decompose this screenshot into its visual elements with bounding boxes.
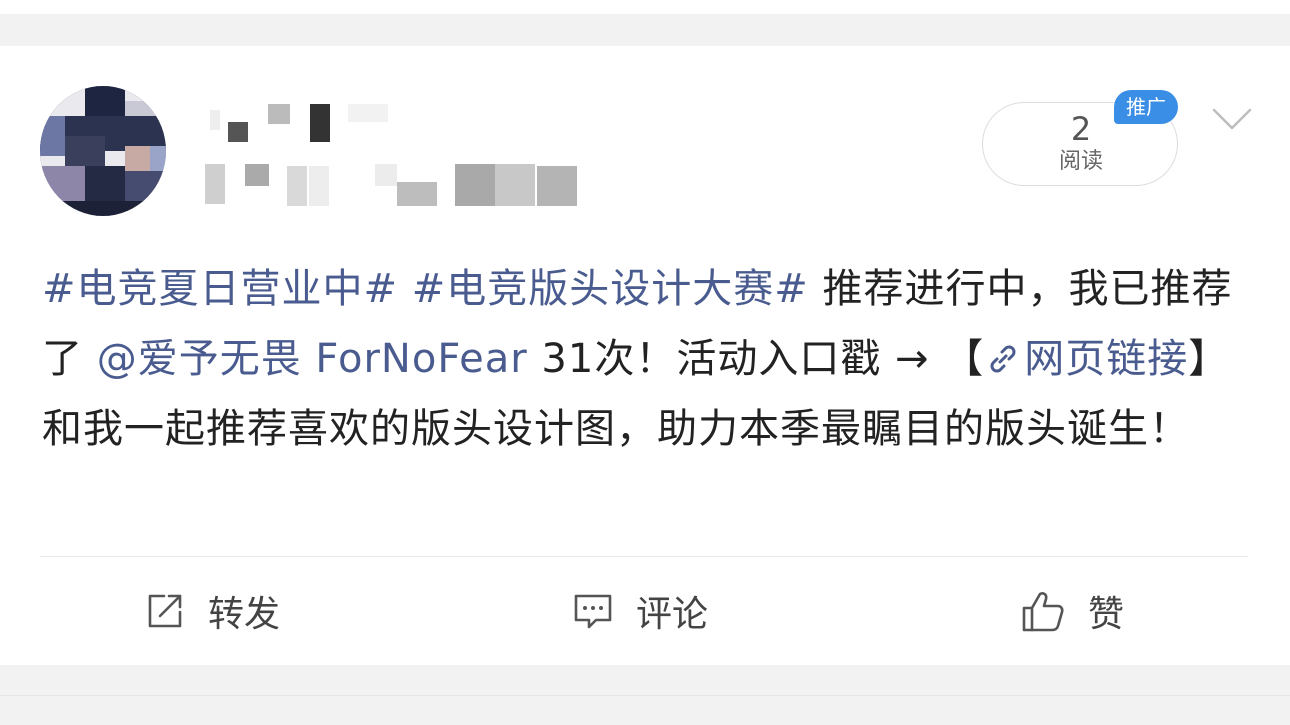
like-label: 赞 <box>1088 594 1125 635</box>
mention-link[interactable]: @爱予无畏 ForNoFear <box>97 336 528 382</box>
repost-button[interactable]: 转发 <box>144 586 280 636</box>
post-card: 2 阅读 推广 #电竞夏日营业中# #电竞版头设计大赛# 推荐进行中，我已推荐了… <box>0 46 1290 665</box>
read-label: 阅读 <box>1058 149 1103 174</box>
hashtag-link[interactable]: #电竞版头设计大赛# <box>412 266 809 312</box>
chevron-down-icon <box>1212 108 1252 130</box>
top-sheen <box>0 0 1290 14</box>
hashtag-link[interactable]: #电竞夏日营业中# <box>42 266 398 312</box>
more-options-button[interactable] <box>1210 104 1254 134</box>
like-button[interactable]: 赞 <box>1020 586 1124 636</box>
comment-button[interactable]: 评论 <box>572 586 708 636</box>
comment-label: 评论 <box>636 594 709 635</box>
nickname-blurred[interactable] <box>210 100 390 144</box>
promo-badge: 推广 <box>1114 90 1178 124</box>
thumbs-up-icon <box>1022 592 1064 632</box>
bottom-strip <box>0 665 1290 725</box>
bottom-line <box>0 695 1290 696</box>
web-link[interactable]: 网页链接 <box>984 336 1188 382</box>
avatar[interactable] <box>40 86 166 216</box>
comment-icon <box>574 594 612 629</box>
actions-divider <box>40 556 1248 557</box>
post-text: #电竞夏日营业中# #电竞版头设计大赛# 推荐进行中，我已推荐了 @爱予无畏 F… <box>42 254 1252 464</box>
top-strip <box>0 0 1290 46</box>
web-link-label: 网页链接 <box>1024 336 1189 382</box>
post-meta-blurred <box>205 164 580 206</box>
repost-label: 转发 <box>208 594 281 635</box>
share-icon <box>148 594 182 628</box>
post-text-segment: 31次！活动入口戳 → 【 <box>527 336 985 382</box>
link-icon <box>990 345 1016 373</box>
